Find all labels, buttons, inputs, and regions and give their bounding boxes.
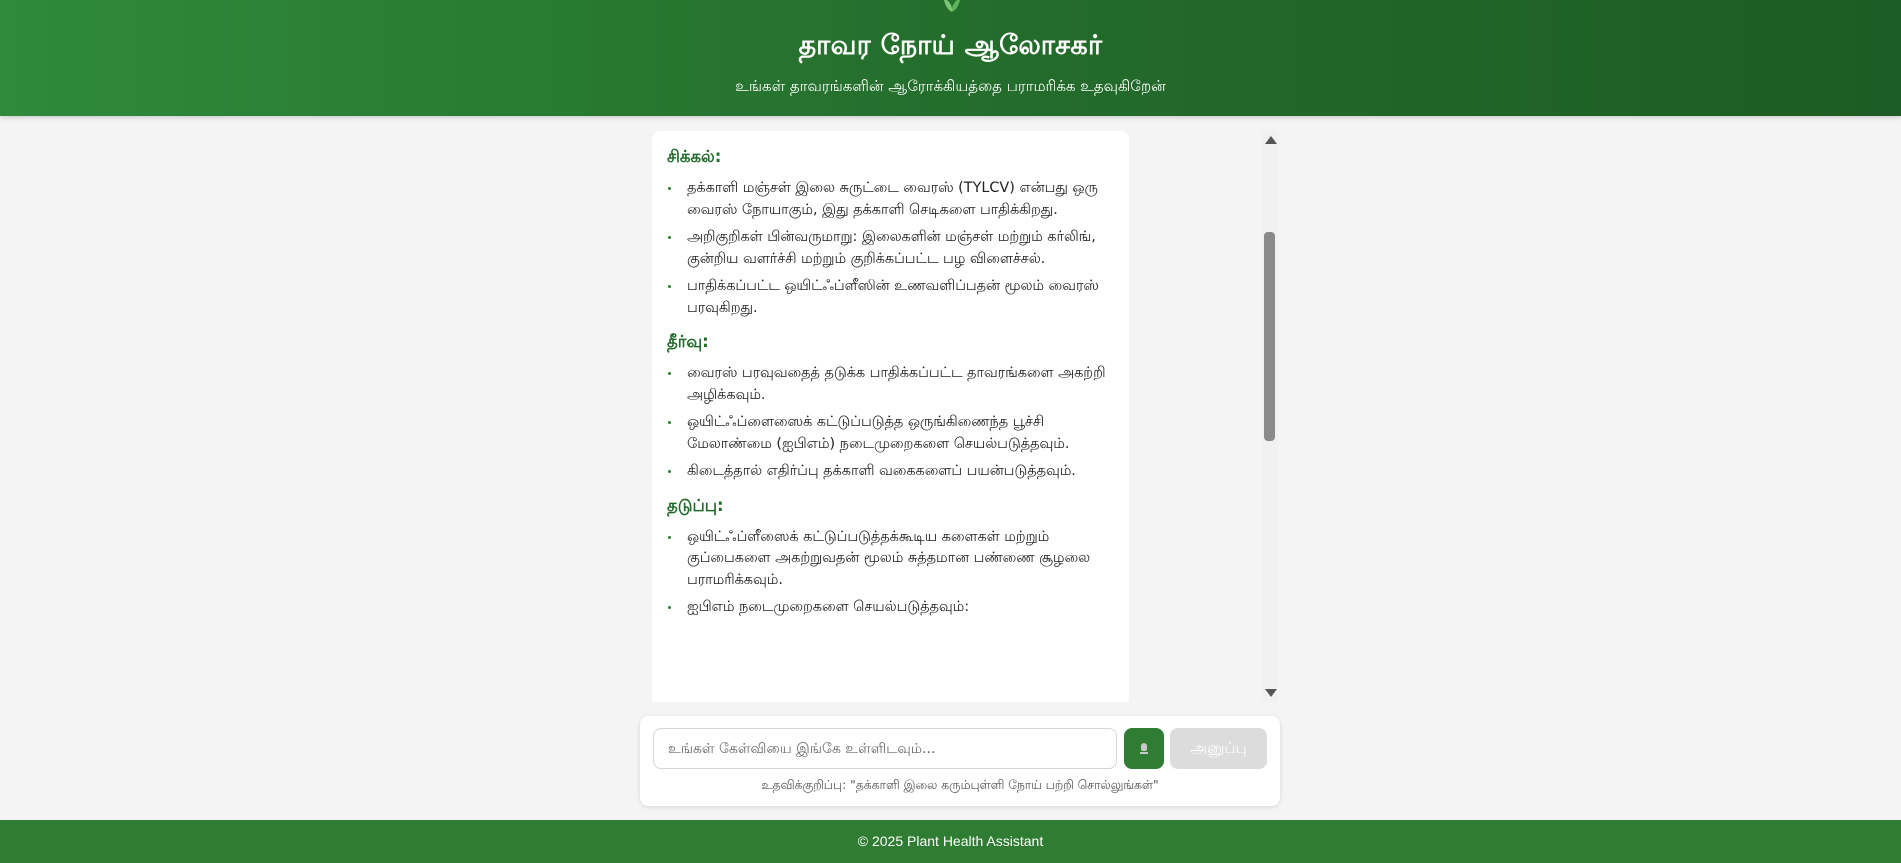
footer-copyright: © 2025 Plant Health Assistant bbox=[857, 833, 1044, 849]
microphone-button[interactable] bbox=[1124, 728, 1164, 769]
assistant-message: சிக்கல்: தக்காளி மஞ்சள் இலை சுருட்டை வைர… bbox=[652, 131, 1129, 702]
prevention-list: ஒயிட்ஃப்ளீஸைக் கட்டுப்படுத்தக்கூடிய களைக… bbox=[667, 527, 1115, 619]
list-item: தக்காளி மஞ்சள் இலை சுருட்டை வைரஸ் (TYLCV… bbox=[667, 178, 1115, 221]
problem-list: தக்காளி மஞ்சள் இலை சுருட்டை வைரஸ் (TYLCV… bbox=[667, 178, 1115, 319]
leaf-icon bbox=[944, 0, 960, 12]
list-item: ஒயிட்ஃப்ளீஸைக் கட்டுப்படுத்தக்கூடிய களைக… bbox=[667, 527, 1115, 592]
list-item: அறிகுறிகள் பின்வருமாறு: இலைகளின் மஞ்சள் … bbox=[667, 227, 1115, 270]
app-header: தாவர நோய் ஆலோசகர் உங்கள் தாவரங்களின் ஆரோ… bbox=[0, 0, 1901, 116]
question-input[interactable] bbox=[653, 728, 1117, 769]
hint-text: உதவிக்குறிப்பு: "தக்காளி இலை கரும்புள்ளி… bbox=[761, 778, 1159, 792]
chat-messages[interactable]: சிக்கல்: தக்காளி மஞ்சள் இலை சுருட்டை வைர… bbox=[652, 131, 1129, 702]
footer: © 2025 Plant Health Assistant bbox=[0, 820, 1901, 863]
input-panel: அனுப்பு உதவிக்குறிப்பு: "தக்காளி இலை கரு… bbox=[640, 716, 1280, 806]
microphone-stand-icon bbox=[1140, 752, 1148, 754]
microphone-icon bbox=[1141, 743, 1147, 751]
chat-scrollbar[interactable] bbox=[1261, 131, 1278, 702]
list-item: ஒயிட்ஃப்ளைஸைக் கட்டுப்படுத்த ஒருங்கிணைந்… bbox=[667, 412, 1115, 455]
scroll-down-arrow-icon[interactable] bbox=[1265, 689, 1277, 697]
app-title: தாவர நோய் ஆலோசகர் bbox=[798, 30, 1103, 61]
section-heading-solution: தீர்வு: bbox=[667, 332, 709, 351]
scroll-thumb[interactable] bbox=[1264, 232, 1275, 441]
section-heading-problem: சிக்கல்: bbox=[667, 147, 722, 166]
solution-list: வைரஸ் பரவுவதைத் தடுக்க பாதிக்கப்பட்ட தாவ… bbox=[667, 363, 1115, 483]
app-subtitle: உங்கள் தாவரங்களின் ஆரோக்கியத்தை பராமரிக்… bbox=[735, 77, 1166, 95]
send-button[interactable]: அனுப்பு bbox=[1170, 728, 1267, 769]
list-item: வைரஸ் பரவுவதைத் தடுக்க பாதிக்கப்பட்ட தாவ… bbox=[667, 363, 1115, 406]
section-heading-prevention: தடுப்பு: bbox=[667, 495, 724, 515]
list-item: ஐபிஎம் நடைமுறைகளை செயல்படுத்தவும்: bbox=[667, 597, 1115, 619]
list-item: பாதிக்கப்பட்ட ஒயிட்ஃப்ளீஸின் உணவளிப்பதன்… bbox=[667, 276, 1115, 319]
list-item: கிடைத்தால் எதிர்ப்பு தக்காளி வகைகளைப் பய… bbox=[667, 461, 1115, 483]
scroll-up-arrow-icon[interactable] bbox=[1265, 136, 1277, 144]
